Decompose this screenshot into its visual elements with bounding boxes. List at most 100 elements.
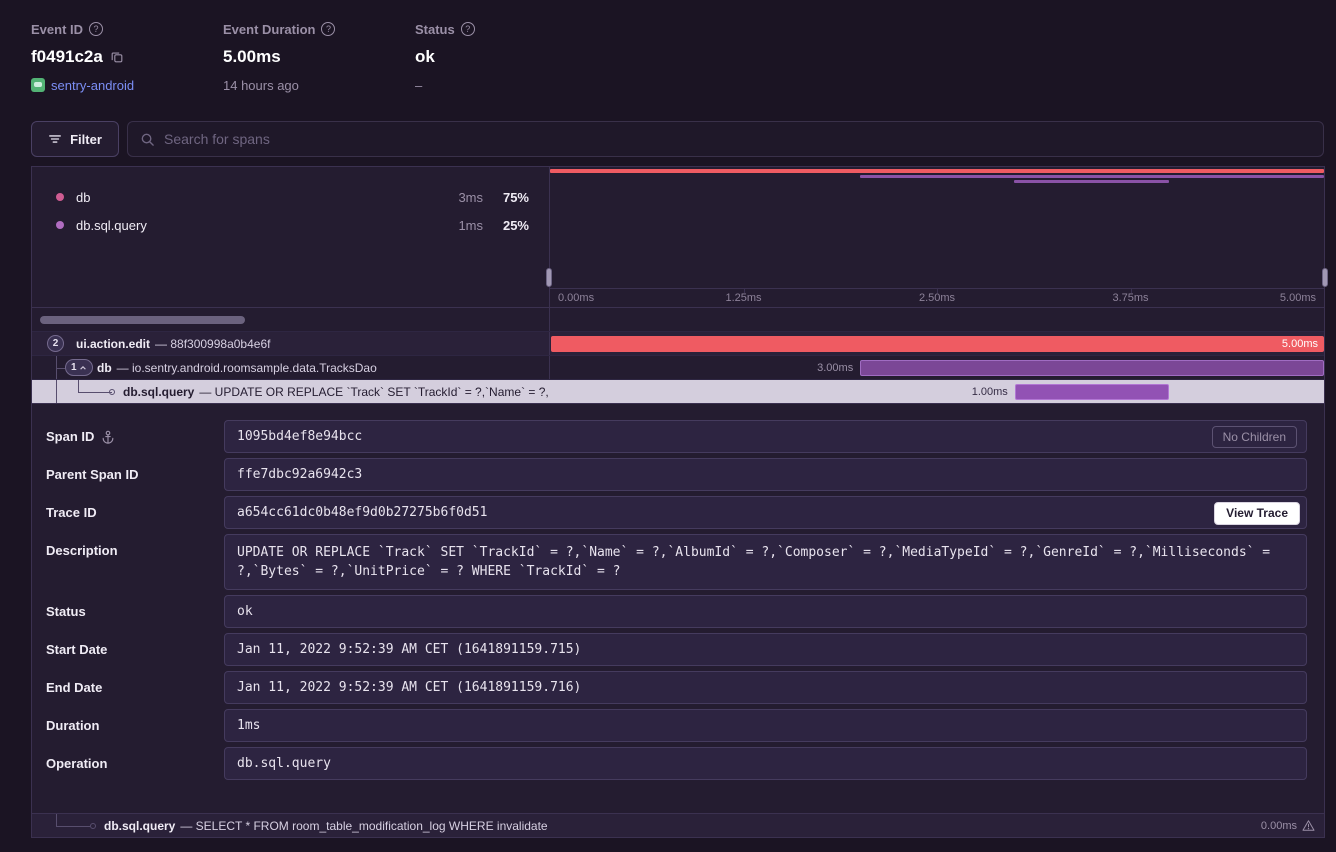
span-duration-label: 0.00ms bbox=[1261, 820, 1297, 832]
span-tree-table: db 3ms 75% db.sql.query 1ms 25% bbox=[31, 166, 1325, 838]
end-date-value: Jan 11, 2022 9:52:39 AM CET (1641891159.… bbox=[224, 671, 1307, 704]
anchor-icon[interactable] bbox=[101, 430, 115, 444]
tree-leaf-dot bbox=[90, 823, 96, 829]
detail-row-trace-id: Trace ID a654cc61dc0b48ef9d0b27275b6f0d5… bbox=[46, 496, 1307, 529]
detail-row-parent-span-id: Parent Span ID ffe7dbc92a6942c3 bbox=[46, 458, 1307, 491]
search-input[interactable] bbox=[164, 131, 1311, 147]
op-name: db bbox=[76, 190, 90, 205]
help-icon[interactable]: ? bbox=[461, 22, 475, 36]
trace-minimap: 0.00ms 1.25ms 2.50ms 3.75ms 5.00ms bbox=[550, 167, 1324, 307]
copy-icon[interactable] bbox=[110, 50, 124, 64]
span-duration-bar[interactable] bbox=[860, 360, 1324, 376]
op-name: db.sql.query bbox=[76, 218, 147, 233]
breakdown-row-db-sql-query[interactable]: db.sql.query 1ms 25% bbox=[56, 211, 529, 239]
axis-label: 1.25ms bbox=[725, 292, 761, 304]
span-row-bar-cell: 5.00ms bbox=[551, 332, 1324, 355]
help-icon[interactable]: ? bbox=[89, 22, 103, 36]
minimap-handle-right[interactable] bbox=[1322, 268, 1328, 287]
span-row-bar-cell: 1.00ms bbox=[551, 380, 1324, 403]
detail-row-operation: Operation db.sql.query bbox=[46, 747, 1307, 780]
detail-row-span-id: Span ID 1095bd4ef8e94bcc No Children bbox=[46, 420, 1307, 453]
tree-guide-line bbox=[56, 814, 57, 826]
minimap-handle-left[interactable] bbox=[546, 268, 552, 287]
op-color-dot bbox=[56, 193, 64, 201]
span-description: — io.sentry.android.roomsample.data.Trac… bbox=[117, 361, 377, 375]
minimap-canvas[interactable] bbox=[550, 167, 1324, 288]
span-row-db-sql-query-select[interactable]: db.sql.query— SELECT * FROM room_table_m… bbox=[32, 813, 1324, 837]
event-status-block: Status ? ok – bbox=[415, 20, 475, 104]
event-id-block: Event ID ? f0491c2a sentry-android bbox=[31, 20, 223, 104]
time-axis: 0.00ms 1.25ms 2.50ms 3.75ms 5.00ms bbox=[550, 288, 1324, 306]
span-title: db — io.sentry.android.roomsample.data.Tr… bbox=[97, 356, 377, 379]
span-detail-panel: Span ID 1095bd4ef8e94bcc No Children Par… bbox=[32, 403, 1324, 813]
start-date-text: Jan 11, 2022 9:52:39 AM CET (1641891159.… bbox=[237, 642, 581, 657]
detail-label: Trace ID bbox=[46, 505, 224, 520]
axis-label: 2.50ms bbox=[919, 292, 955, 304]
axis-label: 0.00ms bbox=[558, 292, 594, 304]
horizontal-scrollbar-thumb[interactable] bbox=[40, 316, 245, 324]
detail-label-text: Operation bbox=[46, 756, 107, 771]
op-color-dot bbox=[56, 221, 64, 229]
span-row-db-sql-query-selected[interactable]: db.sql.query— UPDATE OR REPLACE `Track` … bbox=[32, 379, 1324, 403]
duration-text: 1ms bbox=[237, 718, 260, 733]
operation-breakdown: db 3ms 75% db.sql.query 1ms 25% bbox=[32, 167, 550, 307]
span-row-label-cell: 2 ui.action.edit— 88f300998a0b4e6f bbox=[32, 332, 550, 355]
axis-label: 3.75ms bbox=[1112, 292, 1148, 304]
event-id-value: f0491c2a bbox=[31, 47, 103, 67]
detail-row-duration: Duration 1ms bbox=[46, 709, 1307, 742]
span-op: db bbox=[97, 361, 112, 375]
span-title: db.sql.query— UPDATE OR REPLACE `Track` … bbox=[123, 380, 550, 403]
span-duration-label: 5.00ms bbox=[1282, 338, 1324, 350]
minimap-span bbox=[550, 169, 1324, 173]
span-duration-bar[interactable]: 5.00ms bbox=[551, 336, 1324, 352]
detail-label: Span ID bbox=[46, 429, 224, 444]
span-row-db[interactable]: 1 db — io.sentry.android.roomsample.data.… bbox=[32, 355, 1324, 379]
event-header: Event ID ? f0491c2a sentry-android Event… bbox=[31, 20, 1305, 104]
axis-label: 5.00ms bbox=[1280, 292, 1316, 304]
detail-label: Start Date bbox=[46, 642, 224, 657]
span-row-ui-action-edit[interactable]: 2 ui.action.edit— 88f300998a0b4e6f 5.00m… bbox=[32, 331, 1324, 355]
span-children-toggle[interactable]: 1 bbox=[65, 359, 93, 376]
span-duration-bar[interactable] bbox=[1015, 384, 1170, 400]
tree-leaf-dot bbox=[109, 389, 115, 395]
tree-guide-line bbox=[78, 380, 79, 392]
warning-icon bbox=[1302, 819, 1315, 832]
start-date-value: Jan 11, 2022 9:52:39 AM CET (1641891159.… bbox=[224, 633, 1307, 666]
search-icon bbox=[140, 132, 155, 147]
span-row-label-cell: 1 db — io.sentry.android.roomsample.data.… bbox=[32, 356, 550, 379]
search-bar bbox=[127, 121, 1324, 157]
span-row-bar-cell: 3.00ms bbox=[551, 356, 1324, 379]
op-duration: 3ms bbox=[431, 190, 483, 205]
detail-label-text: End Date bbox=[46, 680, 102, 695]
detail-row-description: Description UPDATE OR REPLACE `Track` SE… bbox=[46, 534, 1307, 590]
trace-id-text: a654cc61dc0b48ef9d0b27275b6f0d51 bbox=[237, 505, 487, 520]
span-title: db.sql.query— SELECT * FROM room_table_m… bbox=[104, 814, 548, 838]
span-op: ui.action.edit bbox=[76, 337, 150, 351]
detail-label: Description bbox=[46, 534, 224, 558]
scrollbar-track[interactable] bbox=[32, 308, 550, 331]
filter-icon bbox=[48, 132, 62, 146]
op-percentage: 25% bbox=[483, 218, 529, 233]
detail-row-end-date: End Date Jan 11, 2022 9:52:39 AM CET (16… bbox=[46, 671, 1307, 704]
span-children-toggle[interactable]: 2 bbox=[47, 335, 64, 352]
span-id-text: 1095bd4ef8e94bcc bbox=[237, 429, 362, 444]
detail-label: Parent Span ID bbox=[46, 467, 224, 482]
description-text: UPDATE OR REPLACE `Track` SET `TrackId` … bbox=[237, 545, 1270, 579]
operation-value: db.sql.query bbox=[224, 747, 1307, 780]
detail-label-text: Trace ID bbox=[46, 505, 97, 520]
breakdown-row-db[interactable]: db 3ms 75% bbox=[56, 183, 529, 211]
filter-button[interactable]: Filter bbox=[31, 121, 119, 157]
event-duration-label: Event Duration bbox=[223, 22, 315, 37]
parent-span-id-value: ffe7dbc92a6942c3 bbox=[224, 458, 1307, 491]
span-toolbar: Filter bbox=[31, 121, 1324, 157]
view-trace-button[interactable]: View Trace bbox=[1214, 502, 1300, 525]
no-children-badge: No Children bbox=[1212, 426, 1297, 448]
span-row-label-cell: db.sql.query— UPDATE OR REPLACE `Track` … bbox=[32, 380, 550, 403]
detail-label-text: Duration bbox=[46, 718, 99, 733]
project-link[interactable]: sentry-android bbox=[51, 78, 134, 93]
help-icon[interactable]: ? bbox=[321, 22, 335, 36]
detail-row-status: Status ok bbox=[46, 595, 1307, 628]
project-platform-icon bbox=[31, 78, 45, 92]
chevron-up-icon bbox=[79, 364, 87, 372]
event-duration-value: 5.00ms bbox=[223, 47, 281, 67]
